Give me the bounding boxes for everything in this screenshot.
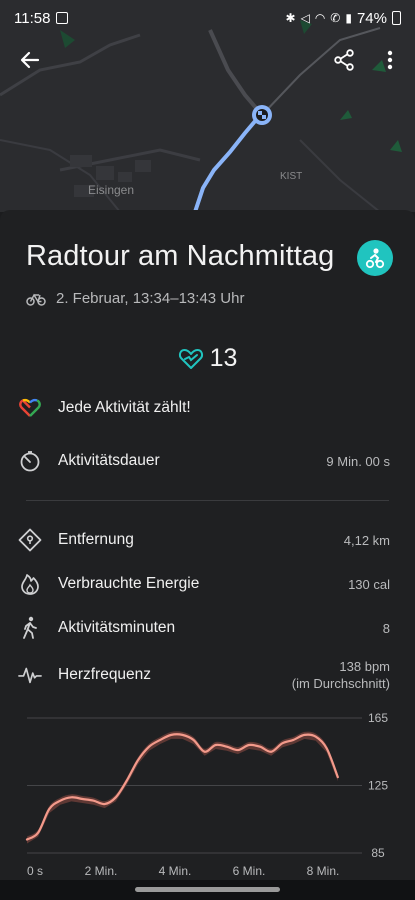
flame-icon xyxy=(18,572,42,596)
gallery-notification-icon xyxy=(56,12,69,24)
heart-rate-data-point xyxy=(104,803,106,805)
heart-rate-data-point xyxy=(137,759,139,761)
map-label-area: KIST xyxy=(280,171,303,182)
timer-icon xyxy=(18,449,42,473)
heart-rate-bpm: 138 bpm xyxy=(339,659,390,674)
location-diamond-icon xyxy=(18,528,42,552)
heart-rate-data-point xyxy=(192,739,195,741)
stat-label-heart-rate: Herzfrequenz xyxy=(58,666,152,683)
chart-x-tick-label: 8 Min. xyxy=(307,864,340,878)
home-gesture-handle[interactable] xyxy=(135,887,280,892)
heart-rate-data-point xyxy=(292,739,294,741)
stat-row-duration: Aktivitätsdauer 9 Min. 00 s xyxy=(18,449,390,473)
activity-date-row: 2. Februar, 13:34–13:43 Uhr xyxy=(26,290,244,307)
battery-percent: 74% xyxy=(356,9,387,27)
heart-rate-data-point xyxy=(59,800,61,802)
activity-title: Radtour am Nachmittag xyxy=(26,240,335,272)
heart-rate-data-point xyxy=(337,776,339,778)
heart-rate-data-point xyxy=(303,734,306,736)
chart-x-tick-label: 4 Min. xyxy=(159,864,192,878)
stat-label-duration: Aktivitätsdauer xyxy=(58,452,160,469)
heart-rate-data-point xyxy=(26,838,28,841)
map-label-town: Eisingen xyxy=(88,183,135,197)
heart-rate-data-point xyxy=(226,746,228,748)
stat-value-distance: 4,12 km xyxy=(343,532,390,548)
heart-rate-chart-svg: 165 125 85 0 s 2 Min. 4 Min. 6 Min. 8 Min. xyxy=(25,711,388,878)
chart-x-tick-label: 2 Min. xyxy=(85,864,118,878)
heart-rate-data-point xyxy=(248,744,250,746)
share-button[interactable] xyxy=(326,42,362,78)
battery-icon xyxy=(392,11,401,25)
heart-rate-data-point xyxy=(215,744,217,746)
heart-rate-data-point xyxy=(170,734,172,736)
heart-points[interactable]: 13 xyxy=(0,344,415,373)
heart-rate-data-point xyxy=(315,735,317,738)
back-button[interactable] xyxy=(12,42,48,78)
heart-rate-data-point xyxy=(259,746,261,748)
chart-x-tick-label: 0 s xyxy=(27,864,43,878)
chart-y-tick-label: 165 xyxy=(368,711,388,725)
signal-icon: ▮ xyxy=(345,11,352,25)
stat-row-distance: Entfernung 4,12 km xyxy=(18,528,390,552)
heart-rate-data-point xyxy=(204,751,206,753)
heart-rate-pulse-icon xyxy=(18,663,42,687)
heart-rate-data-point xyxy=(70,796,72,798)
chart-y-tick-label: 125 xyxy=(368,779,388,793)
heart-rate-data-point xyxy=(48,808,50,810)
section-divider xyxy=(26,500,389,501)
heart-rate-data-point xyxy=(281,742,283,744)
heart-points-value: 13 xyxy=(209,344,238,372)
status-time: 11:58 xyxy=(14,9,51,27)
heart-rate-data-point xyxy=(115,796,117,798)
heart-rate-series-line xyxy=(25,733,339,841)
more-vert-icon xyxy=(387,50,393,70)
stat-row-move-minutes: Aktivitätsminuten 8 xyxy=(18,616,390,640)
stat-value-energy: 130 cal xyxy=(348,576,390,592)
stat-row-energy: Verbrauchte Energie 130 cal xyxy=(18,572,390,596)
heart-rate-data-point xyxy=(237,749,239,751)
cyclist-icon xyxy=(365,248,385,269)
move-banner-label: Jede Aktivität zählt! xyxy=(58,399,191,416)
more-options-button[interactable] xyxy=(372,42,408,78)
chart-x-tick-label: 6 Min. xyxy=(233,864,266,878)
stat-label-move-minutes: Aktivitätsminuten xyxy=(58,619,176,636)
mute-icon: ◁ xyxy=(300,11,310,25)
stat-row-heart-rate: Herzfrequenz 138 bpm (im Durchschnitt) xyxy=(18,658,390,692)
move-banner[interactable]: Jede Aktivität zählt! xyxy=(18,396,390,420)
share-icon xyxy=(334,49,354,71)
heart-rate-data-point xyxy=(148,746,150,748)
heart-rate-data-point xyxy=(270,751,272,753)
cycling-activity-badge[interactable] xyxy=(357,240,393,276)
stat-value-duration: 9 Min. 00 s xyxy=(326,453,390,469)
heart-rate-data-point xyxy=(93,800,95,802)
heart-rate-range-band xyxy=(27,731,338,844)
heart-rate-note: (im Durchschnitt) xyxy=(291,676,390,691)
google-fit-heart-icon xyxy=(18,396,42,420)
heart-rate-data-point xyxy=(159,739,161,741)
wifi-call-icon: ◠ xyxy=(314,11,326,25)
stat-value-heart-rate: 138 bpm (im Durchschnitt) xyxy=(292,658,390,692)
stat-value-move-minutes: 8 xyxy=(382,620,390,636)
heart-rate-data-point xyxy=(37,832,39,834)
status-icons: ✱ ◁ ◠ ✆ ▮ 74% xyxy=(286,10,401,27)
stat-label-distance: Entfernung xyxy=(58,531,134,548)
call-icon: ✆ xyxy=(330,11,341,25)
walking-icon xyxy=(18,616,42,640)
arrow-back-icon xyxy=(20,51,40,69)
stat-label-energy: Verbrauchte Energie xyxy=(58,575,200,592)
heart-rate-data-point xyxy=(181,734,183,736)
activity-details-sheet[interactable]: Radtour am Nachmittag 2. Februar, 13:34–… xyxy=(0,210,415,900)
chart-y-tick-label: 85 xyxy=(371,846,385,860)
heart-points-icon xyxy=(178,348,203,369)
bike-icon xyxy=(26,293,46,306)
navigation-bar xyxy=(0,880,415,900)
heart-rate-data-point xyxy=(326,747,328,749)
status-bar: 11:58 ✱ ◁ ◠ ✆ ▮ 74% xyxy=(0,0,415,36)
heart-rate-data-point xyxy=(81,798,84,800)
activity-date-range: 2. Februar, 13:34–13:43 Uhr xyxy=(56,290,245,307)
heart-rate-chart: 165 125 85 0 s 2 Min. 4 Min. 6 Min. 8 Min. xyxy=(0,710,415,890)
bluetooth-icon: ✱ xyxy=(285,11,296,25)
heart-rate-data-point xyxy=(126,779,128,782)
